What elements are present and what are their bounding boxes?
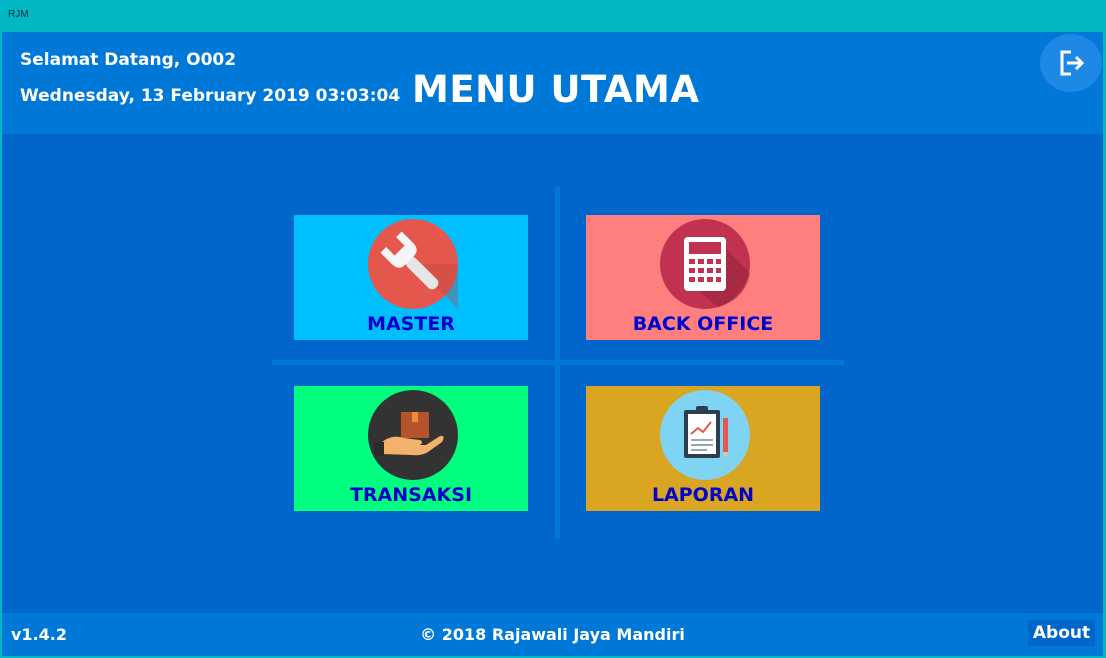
page-title: MENU UTAMA xyxy=(412,68,700,111)
laporan-tile[interactable]: LAPORAN xyxy=(586,386,820,511)
copyright-text: © 2018 Rajawali Jaya Mandiri xyxy=(420,625,685,644)
back-office-tile[interactable]: BACK OFFICE xyxy=(586,215,820,340)
main-window: Selamat Datang, O002 Wednesday, 13 Febru… xyxy=(2,32,1103,656)
package-hand-icon xyxy=(368,390,458,480)
transaksi-tile[interactable]: TRANSAKSI xyxy=(294,386,528,511)
master-tile[interactable]: MASTER xyxy=(294,215,528,340)
tile-label-laporan: LAPORAN xyxy=(651,484,755,506)
logout-icon xyxy=(1060,50,1085,76)
wrench-icon xyxy=(368,219,458,309)
logout-button[interactable] xyxy=(1040,34,1102,92)
tile-label-transaksi: TRANSAKSI xyxy=(349,484,473,506)
tile-label-master: MASTER xyxy=(367,313,455,335)
about-button[interactable]: About xyxy=(1028,620,1095,646)
header: Selamat Datang, O002 Wednesday, 13 Febru… xyxy=(2,32,1103,134)
clipboard-report-icon xyxy=(660,390,750,480)
horizontal-divider xyxy=(272,360,844,365)
window-title: RJM xyxy=(8,9,29,20)
window-titlebar[interactable]: RJM xyxy=(0,0,1106,32)
welcome-text: Selamat Datang, O002 xyxy=(20,50,237,70)
datetime-text: Wednesday, 13 February 2019 03:03:04 xyxy=(20,86,401,106)
calculator-icon xyxy=(660,219,750,309)
footer: v1.4.2 © 2018 Rajawali Jaya Mandiri Abou… xyxy=(2,613,1103,656)
tile-label-back-office: BACK OFFICE xyxy=(632,313,774,335)
